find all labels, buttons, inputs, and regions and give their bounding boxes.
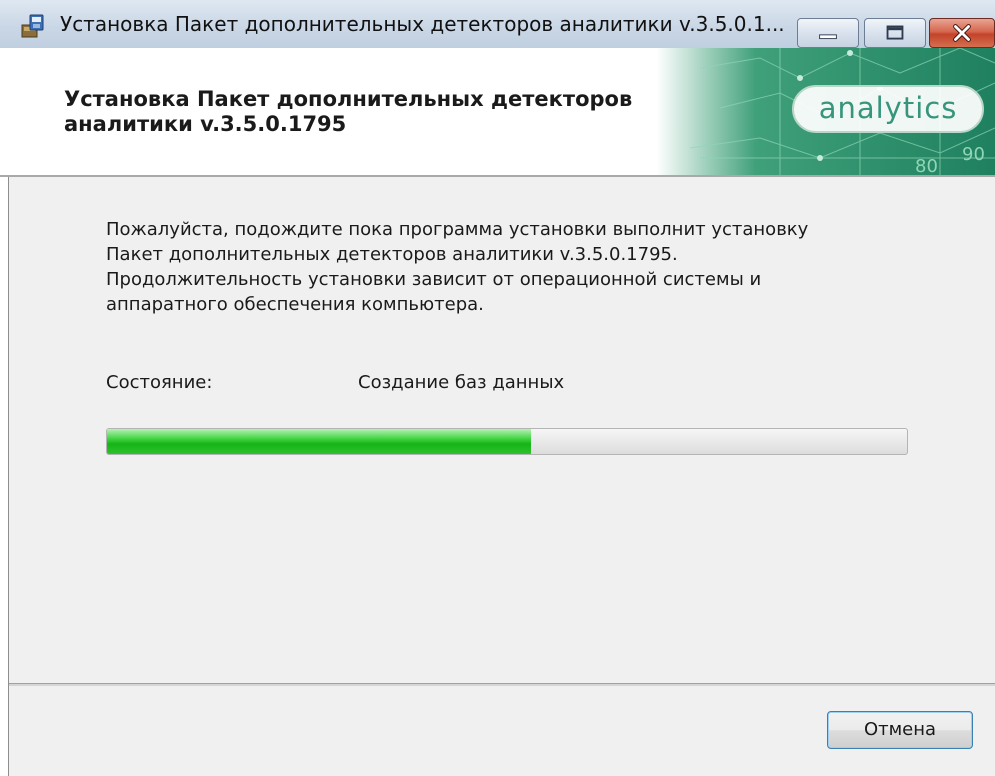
close-icon	[953, 24, 971, 42]
analytics-logo: analytics	[792, 85, 984, 133]
footer-divider	[9, 683, 995, 686]
intro-line-1: Пожалуйста, подождите пока программа уст…	[106, 219, 809, 240]
intro-line-2: Пакет дополнительных детекторов аналитик…	[106, 244, 678, 265]
window-title: Установка Пакет дополнительных детекторо…	[60, 12, 785, 36]
installer-window: Установка Пакет дополнительных детекторо…	[0, 0, 995, 776]
intro-line-4: аппаратного обеспечения компьютера.	[106, 294, 484, 315]
cancel-button[interactable]: Отмена	[827, 711, 973, 749]
installer-icon	[21, 14, 44, 38]
intro-line-3: Продолжительность установки зависит от о…	[106, 269, 762, 290]
minimize-button[interactable]	[797, 18, 859, 48]
close-button[interactable]	[929, 18, 995, 48]
progress-bar	[106, 428, 908, 455]
banner-number-90: 90	[962, 144, 985, 165]
minimize-icon	[819, 34, 837, 40]
main-panel: Пожалуйста, подождите пока программа уст…	[8, 177, 995, 776]
banner-number-80: 80	[915, 156, 938, 175]
intro-text: Пожалуйста, подождите пока программа уст…	[106, 217, 906, 317]
banner-title-line1: Установка Пакет дополнительных детекторо…	[64, 87, 633, 111]
header-banner: 80 90 Установка Пакет дополнительных дет…	[0, 48, 995, 175]
maximize-button[interactable]	[864, 18, 926, 48]
progress-fill	[107, 429, 531, 454]
banner-title: Установка Пакет дополнительных детекторо…	[64, 87, 714, 137]
status-label: Состояние:	[106, 372, 213, 393]
banner-title-line2: аналитики v.3.5.0.1795	[64, 112, 347, 136]
status-value: Создание баз данных	[358, 372, 565, 393]
maximize-icon	[886, 25, 904, 40]
title-bar[interactable]: Установка Пакет дополнительных детекторо…	[0, 0, 995, 48]
